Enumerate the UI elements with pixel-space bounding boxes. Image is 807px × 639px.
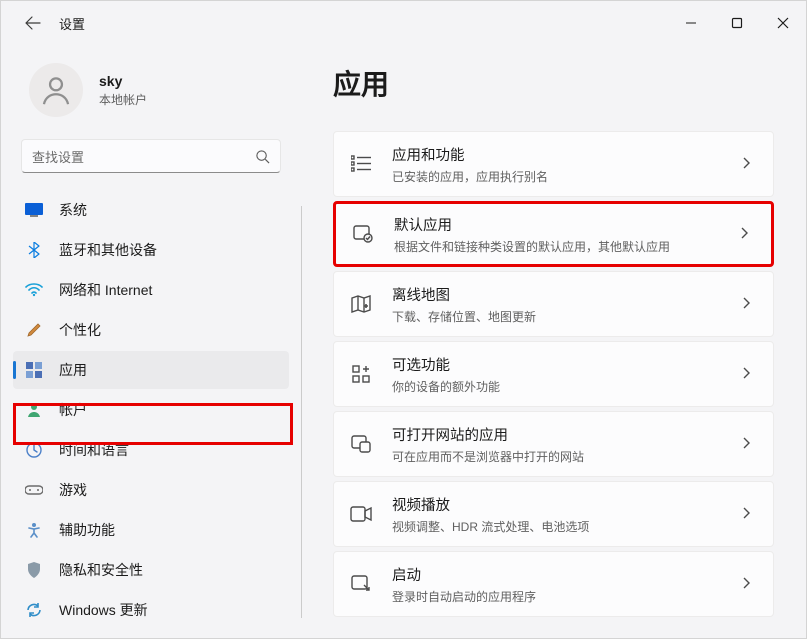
sidebar: sky 本地帐户 查找设置 系统 蓝牙和其他设备 网络和 Internet xyxy=(1,45,301,638)
nav-accounts[interactable]: 帐户 xyxy=(13,391,289,429)
user-sub: 本地帐户 xyxy=(99,91,147,108)
nav-network[interactable]: 网络和 Internet xyxy=(13,271,289,309)
chevron-right-icon xyxy=(741,577,755,591)
avatar xyxy=(29,63,83,117)
card-default-apps[interactable]: 默认应用根据文件和链接种类设置的默认应用，其他默认应用 xyxy=(333,201,774,267)
search-input[interactable]: 查找设置 xyxy=(21,139,281,173)
system-icon xyxy=(25,201,43,219)
video-icon xyxy=(350,503,372,525)
account-icon xyxy=(25,401,43,419)
nav-apps[interactable]: 应用 xyxy=(13,351,289,389)
window-title: 设置 xyxy=(59,14,85,33)
card-title: 启动 xyxy=(392,564,536,585)
back-button[interactable] xyxy=(21,11,45,35)
nav-label: 网络和 Internet xyxy=(59,280,152,300)
nav-label: 蓝牙和其他设备 xyxy=(59,240,157,260)
card-title: 视频播放 xyxy=(392,494,589,515)
page-title: 应用 xyxy=(333,63,774,103)
minimize-button[interactable] xyxy=(668,7,714,39)
card-apps-features[interactable]: 应用和功能已安装的应用，应用执行别名 xyxy=(333,131,774,197)
card-title: 可打开网站的应用 xyxy=(392,424,584,445)
card-sub: 下载、存储位置、地图更新 xyxy=(392,308,536,325)
nav: 系统 蓝牙和其他设备 网络和 Internet 个性化 应用 帐户 xyxy=(1,191,301,629)
card-title: 离线地图 xyxy=(392,284,536,305)
wifi-icon xyxy=(25,281,43,299)
list-icon xyxy=(350,153,372,175)
card-offline-maps[interactable]: 离线地图下载、存储位置、地图更新 xyxy=(333,271,774,337)
nav-time-language[interactable]: 时间和语言 xyxy=(13,431,289,469)
user-section[interactable]: sky 本地帐户 xyxy=(1,57,301,139)
nav-personalization[interactable]: 个性化 xyxy=(13,311,289,349)
divider xyxy=(301,206,302,618)
card-optional-features[interactable]: 可选功能你的设备的额外功能 xyxy=(333,341,774,407)
nav-gaming[interactable]: 游戏 xyxy=(13,471,289,509)
nav-label: 系统 xyxy=(59,200,87,220)
brush-icon xyxy=(25,321,43,339)
window-controls xyxy=(668,7,806,39)
close-button[interactable] xyxy=(760,7,806,39)
chevron-right-icon xyxy=(741,437,755,451)
nav-label: 隐私和安全性 xyxy=(59,560,143,580)
chevron-right-icon xyxy=(739,227,753,241)
card-sub: 已安装的应用，应用执行别名 xyxy=(392,168,548,185)
nav-system[interactable]: 系统 xyxy=(13,191,289,229)
nav-label: 辅助功能 xyxy=(59,520,115,540)
nav-label: 个性化 xyxy=(59,320,101,340)
card-sub: 你的设备的额外功能 xyxy=(392,378,500,395)
default-apps-icon xyxy=(352,223,374,245)
chevron-right-icon xyxy=(741,367,755,381)
card-sub: 根据文件和链接种类设置的默认应用，其他默认应用 xyxy=(394,238,670,255)
nav-label: 帐户 xyxy=(59,400,87,420)
nav-label: 游戏 xyxy=(59,480,87,500)
apps-icon xyxy=(25,361,43,379)
card-title: 默认应用 xyxy=(394,214,670,235)
card-startup[interactable]: 启动登录时自动启动的应用程序 xyxy=(333,551,774,617)
chevron-right-icon xyxy=(741,157,755,171)
chevron-right-icon xyxy=(741,297,755,311)
nav-label: 应用 xyxy=(59,360,87,380)
update-icon xyxy=(25,601,43,619)
accessibility-icon xyxy=(25,521,43,539)
map-icon xyxy=(350,293,372,315)
nav-privacy[interactable]: 隐私和安全性 xyxy=(13,551,289,589)
title-bar: 设置 xyxy=(1,1,806,45)
nav-accessibility[interactable]: 辅助功能 xyxy=(13,511,289,549)
startup-icon xyxy=(350,573,372,595)
nav-label: Windows 更新 xyxy=(59,600,148,620)
card-sub: 登录时自动启动的应用程序 xyxy=(392,588,536,605)
search-placeholder: 查找设置 xyxy=(32,147,254,166)
nav-bluetooth[interactable]: 蓝牙和其他设备 xyxy=(13,231,289,269)
user-name: sky xyxy=(99,73,147,89)
nav-windows-update[interactable]: Windows 更新 xyxy=(13,591,289,629)
nav-label: 时间和语言 xyxy=(59,440,129,460)
gamepad-icon xyxy=(25,481,43,499)
chevron-right-icon xyxy=(741,507,755,521)
card-sub: 可在应用而不是浏览器中打开的网站 xyxy=(392,448,584,465)
card-apps-for-websites[interactable]: 可打开网站的应用可在应用而不是浏览器中打开的网站 xyxy=(333,411,774,477)
bluetooth-icon xyxy=(25,241,43,259)
maximize-button[interactable] xyxy=(714,7,760,39)
card-video-playback[interactable]: 视频播放视频调整、HDR 流式处理、电池选项 xyxy=(333,481,774,547)
search-icon xyxy=(254,148,270,164)
app-website-icon xyxy=(350,433,372,455)
grid-plus-icon xyxy=(350,363,372,385)
shield-icon xyxy=(25,561,43,579)
card-sub: 视频调整、HDR 流式处理、电池选项 xyxy=(392,518,589,535)
clock-globe-icon xyxy=(25,441,43,459)
card-title: 应用和功能 xyxy=(392,144,548,165)
main-content: 应用 应用和功能已安装的应用，应用执行别名 默认应用根据文件和链接种类设置的默认… xyxy=(301,45,806,638)
card-title: 可选功能 xyxy=(392,354,500,375)
